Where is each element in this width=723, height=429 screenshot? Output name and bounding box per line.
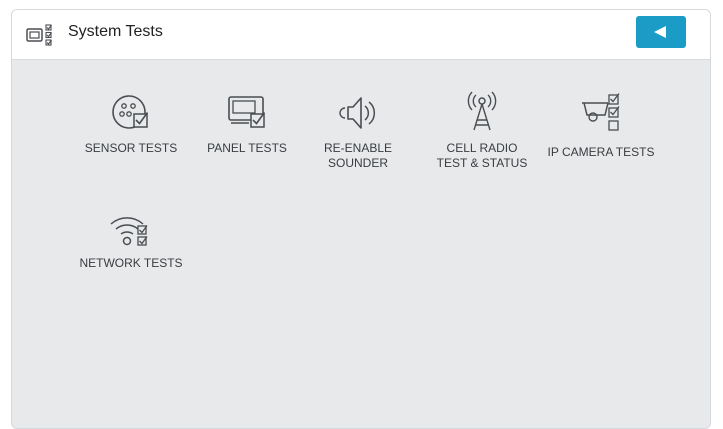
tile-sensor-tests[interactable]: SENSOR TESTS — [76, 93, 186, 156]
back-arrow-icon — [654, 26, 666, 38]
tile-cell-radio[interactable]: CELL RADIO TEST & STATUS — [427, 90, 537, 171]
tile-label: NETWORK TESTS — [79, 256, 183, 270]
tile-label: IP CAMERA TESTS — [547, 145, 655, 159]
header-bar: System Tests — [12, 10, 710, 60]
ip-camera-test-icon — [582, 93, 620, 131]
speaker-icon — [339, 97, 376, 129]
tile-panel-tests[interactable]: PANEL TESTS — [192, 93, 302, 156]
tile-ip-camera-tests[interactable]: IP CAMERA TESTS — [546, 93, 656, 160]
system-tests-panel: System Tests SENSOR TESTS PANEL TESTS RE… — [11, 9, 711, 429]
wifi-test-icon — [110, 217, 148, 246]
sensor-test-icon — [112, 95, 149, 129]
tile-label: SENSOR TESTS — [84, 141, 178, 155]
tile-label: CELL RADIO TEST & STATUS — [436, 141, 528, 170]
tile-network-tests[interactable]: NETWORK TESTS — [76, 208, 186, 271]
page-title: System Tests — [68, 23, 163, 40]
panel-test-icon — [228, 96, 266, 128]
test-checklist-icon — [26, 24, 52, 46]
tile-label: PANEL TESTS — [207, 141, 287, 155]
cell-tower-icon — [467, 91, 497, 131]
tile-label: RE-ENABLE SOUNDER — [323, 141, 393, 170]
tile-re-enable-sounder[interactable]: RE-ENABLE SOUNDER — [303, 93, 413, 171]
back-button[interactable] — [636, 16, 686, 48]
